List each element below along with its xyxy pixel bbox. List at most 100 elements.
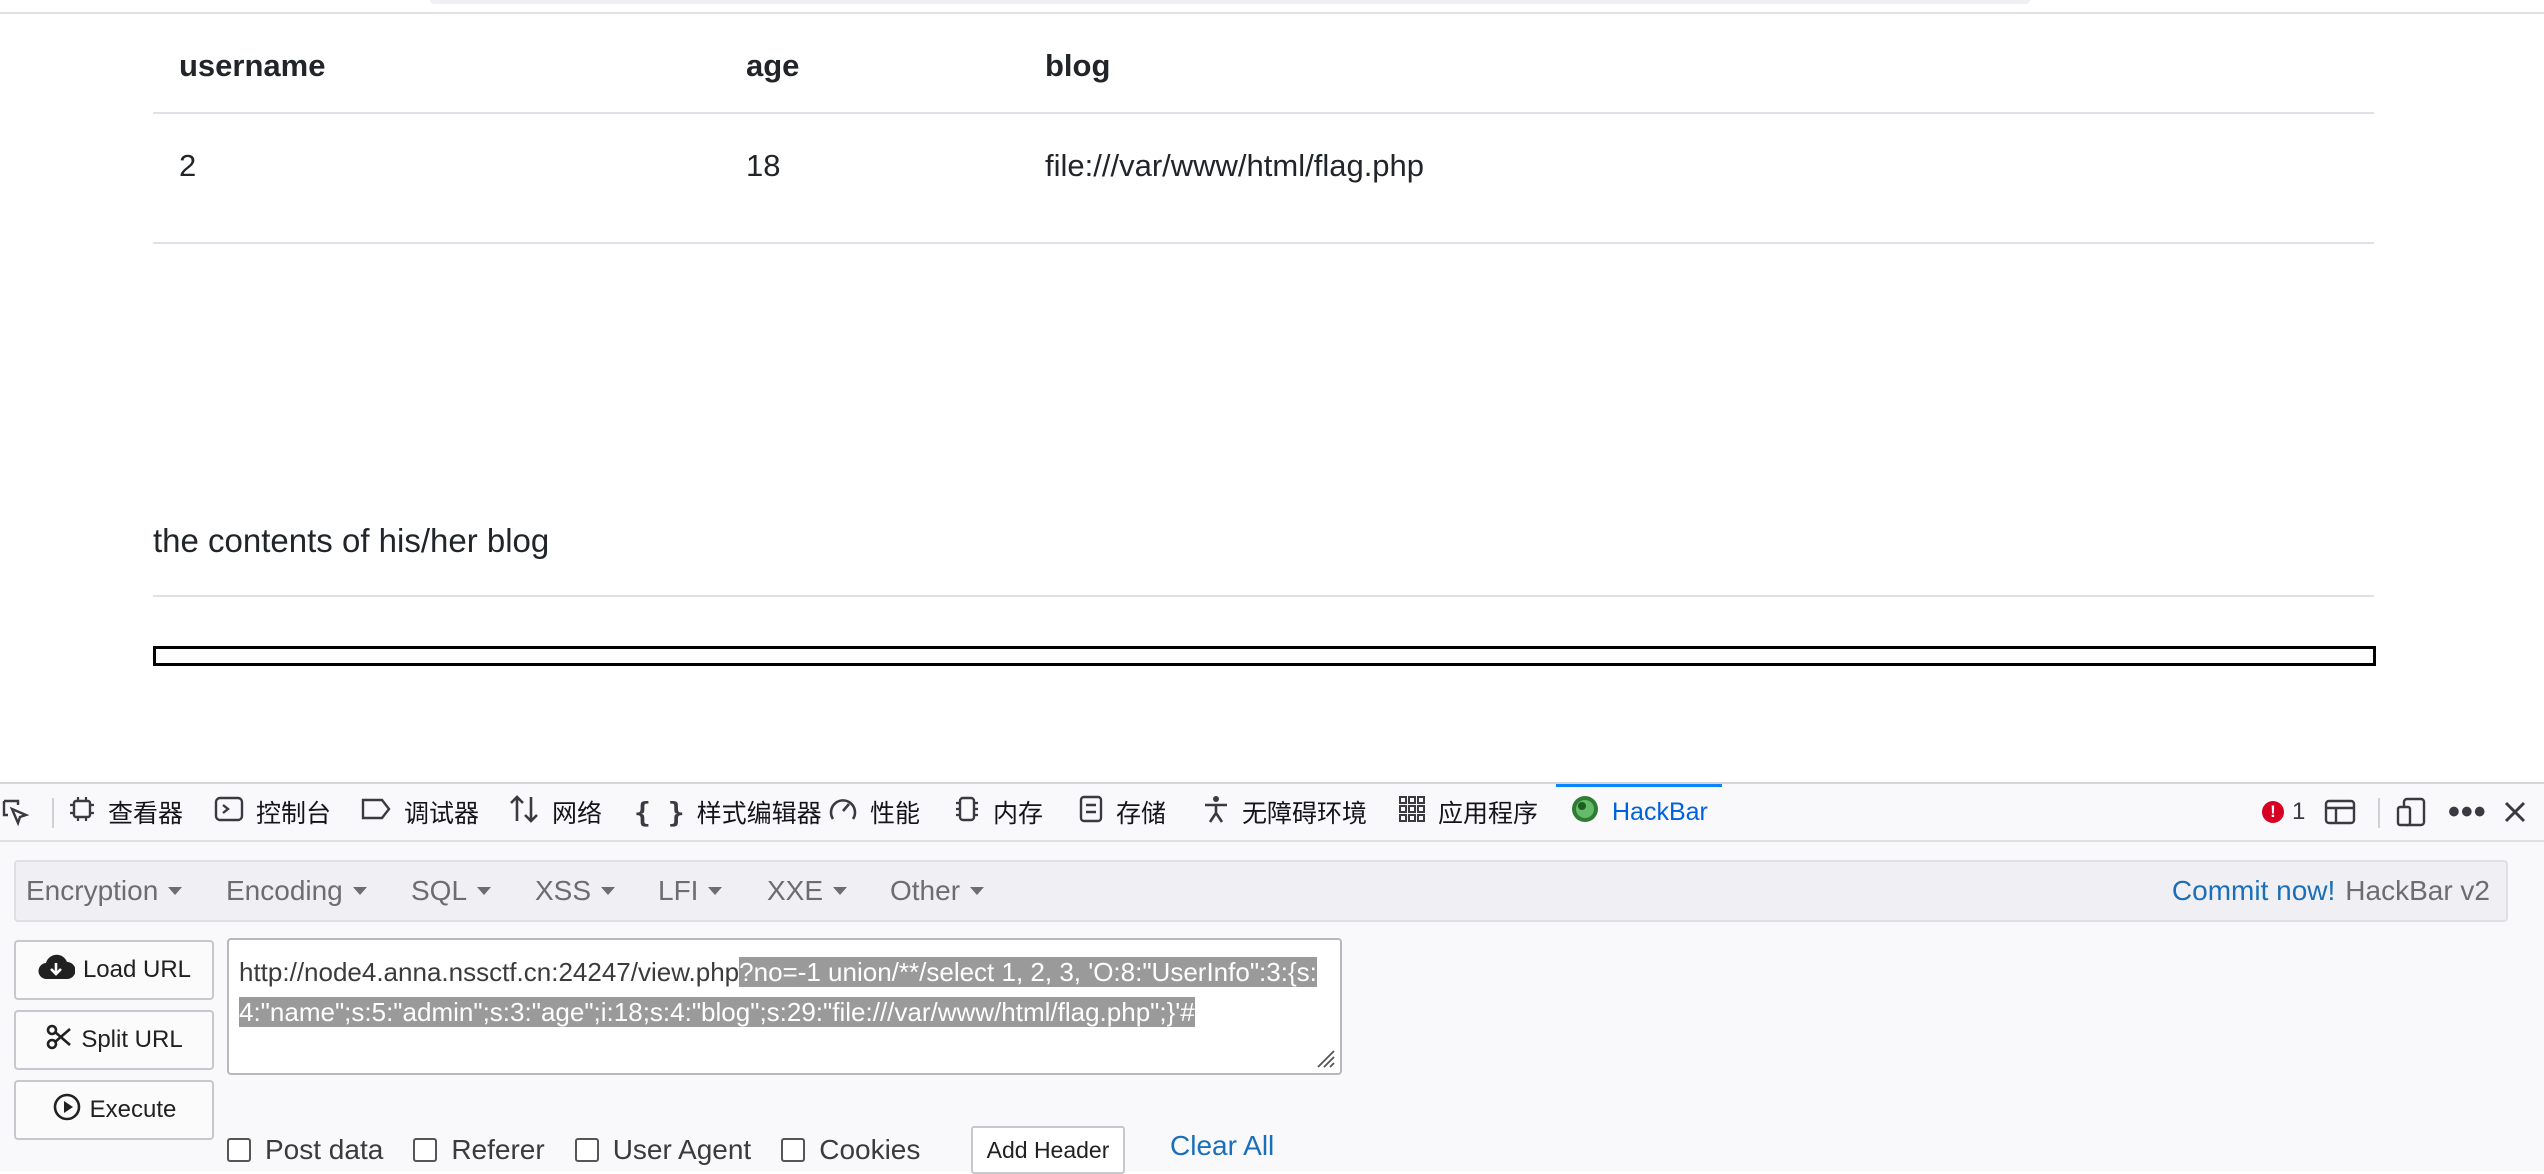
tab-application[interactable]: 应用程序	[1398, 784, 1538, 840]
url-textarea[interactable]: http://node4.anna.nssctf.cn:24247/view.p…	[227, 938, 1342, 1075]
cell-blog: file:///var/www/html/flag.php	[1045, 148, 1425, 183]
tab-label: 调试器	[404, 800, 480, 828]
devtools-toolbar: 查看器 控制台 调试器 网络 { } 样式编辑器 性能 内存 存储 无障碍环境 …	[0, 784, 2544, 842]
checkbox-box	[574, 1138, 599, 1162]
resize-handle-icon[interactable]	[1314, 1047, 1336, 1069]
menu-lfi[interactable]: LFI	[658, 862, 723, 920]
clear-all-link[interactable]: Clear All	[1170, 1130, 1274, 1162]
column-header-blog: blog	[1045, 48, 1111, 83]
close-devtools-icon[interactable]	[2502, 784, 2528, 840]
cloud-download-icon	[37, 953, 76, 988]
error-indicator[interactable]: ! 1	[2262, 784, 2305, 840]
console-icon	[214, 795, 244, 830]
checkbox-box	[227, 1138, 251, 1162]
checkbox-box	[781, 1138, 806, 1162]
table-header-row: username age blog	[153, 14, 2374, 114]
tab-style-editor[interactable]: { } 样式编辑器	[634, 784, 822, 840]
post-data-checkbox[interactable]: Post data	[227, 1134, 383, 1166]
dock-side-icon[interactable]	[2396, 784, 2428, 840]
element-picker-icon[interactable]	[0, 784, 30, 840]
menu-xxe[interactable]: XXE	[767, 862, 848, 920]
devtools-panel: 查看器 控制台 调试器 网络 { } 样式编辑器 性能 内存 存储 无障碍环境 …	[0, 782, 2544, 1174]
accessibility-icon	[1202, 794, 1230, 831]
tab-inspector[interactable]: 查看器	[68, 784, 183, 840]
play-circle-icon	[52, 1092, 82, 1129]
tab-storage[interactable]: 存储	[1078, 784, 1166, 840]
toolbar-separator	[2378, 798, 2380, 828]
menu-label: LFI	[658, 875, 699, 906]
user-agent-checkbox[interactable]: User Agent	[574, 1134, 752, 1166]
application-icon	[1398, 795, 1426, 830]
menu-encoding[interactable]: Encoding	[226, 862, 367, 920]
more-options-icon[interactable]: •••	[2448, 784, 2487, 840]
checkbox-label: Referer	[451, 1134, 545, 1165]
tab-label: 无障碍环境	[1242, 800, 1368, 828]
hackbar-version: HackBar v2	[2345, 875, 2490, 906]
execute-button[interactable]: Execute	[14, 1080, 214, 1140]
chevron-down-icon	[833, 887, 848, 895]
referer-checkbox[interactable]: Referer	[413, 1134, 545, 1166]
toolbar-separator	[52, 798, 54, 828]
tab-hackbar[interactable]: HackBar	[1556, 784, 1722, 840]
tab-label: 样式编辑器	[696, 800, 822, 828]
blog-divider	[153, 595, 2374, 597]
checkbox-label: Post data	[265, 1134, 384, 1165]
tab-debugger[interactable]: 调试器	[360, 784, 479, 840]
performance-icon	[828, 795, 858, 830]
add-header-button[interactable]: Add Header	[971, 1126, 1125, 1174]
scissors-icon	[45, 1023, 73, 1058]
request-options: Post data Referer User Agent Cookies	[227, 1130, 950, 1170]
inspector-icon	[68, 795, 96, 830]
style-editor-icon: { }	[634, 795, 685, 829]
tab-label: HackBar	[1612, 797, 1708, 826]
checkbox-box	[413, 1138, 438, 1162]
cell-age: 18	[746, 148, 781, 183]
url-text: http://node4.anna.nssctf.cn:24247/view.p…	[239, 952, 1329, 1032]
table-row: 2 18 file:///var/www/html/flag.php	[153, 114, 2374, 244]
checkbox-label: User Agent	[612, 1134, 752, 1165]
toggle-split-console-icon[interactable]	[2324, 784, 2356, 840]
user-info-table: username age blog 2 18 file:///var/www/h…	[153, 14, 2374, 244]
button-label: Execute	[89, 1096, 177, 1123]
checkbox-label: Cookies	[819, 1134, 921, 1165]
tab-label: 性能	[870, 800, 921, 828]
storage-icon	[1078, 794, 1104, 831]
split-url-button[interactable]: Split URL	[14, 1010, 214, 1070]
tab-network[interactable]: 网络	[508, 784, 602, 840]
tab-memory[interactable]: 内存	[953, 784, 1043, 840]
tab-performance[interactable]: 性能	[828, 784, 920, 840]
blog-iframe	[153, 646, 2376, 666]
error-icon: !	[2262, 801, 2284, 823]
button-label: Load URL	[82, 956, 192, 983]
menu-label: XSS	[535, 875, 592, 906]
menu-label: Encoding	[226, 875, 343, 906]
tab-console[interactable]: 控制台	[214, 784, 331, 840]
tab-label: 控制台	[256, 800, 332, 828]
tab-label: 内存	[993, 800, 1044, 828]
button-label: Split URL	[81, 1026, 183, 1053]
chevron-down-icon	[477, 887, 492, 895]
chevron-down-icon	[168, 887, 183, 895]
menu-label: Encryption	[26, 875, 159, 906]
commit-now-link[interactable]: Commit now!	[2172, 875, 2335, 907]
chevron-down-icon	[601, 887, 616, 895]
menu-other[interactable]: Other	[890, 862, 985, 920]
menu-xss[interactable]: XSS	[535, 862, 616, 920]
address-bar-edge	[430, 0, 2030, 4]
hackbar-menu-bar: Encryption Encoding SQL XSS LFI XXE Othe…	[14, 860, 2508, 922]
tab-label: 应用程序	[1438, 800, 1539, 828]
menu-encryption[interactable]: Encryption	[26, 862, 183, 920]
debugger-icon	[360, 796, 392, 829]
load-url-button[interactable]: Load URL	[14, 940, 214, 1000]
blog-contents-heading: the contents of his/her blog	[153, 522, 550, 559]
menu-label: Other	[890, 875, 961, 906]
tab-accessibility[interactable]: 无障碍环境	[1202, 784, 1367, 840]
cookies-checkbox[interactable]: Cookies	[781, 1134, 920, 1166]
chevron-down-icon	[970, 887, 985, 895]
chevron-down-icon	[708, 887, 723, 895]
menu-sql[interactable]: SQL	[411, 862, 492, 920]
url-base: http://node4.anna.nssctf.cn:24247/view.p…	[239, 957, 740, 987]
menu-label: SQL	[411, 875, 468, 906]
column-header-username: username	[179, 48, 326, 83]
network-icon	[508, 794, 540, 831]
